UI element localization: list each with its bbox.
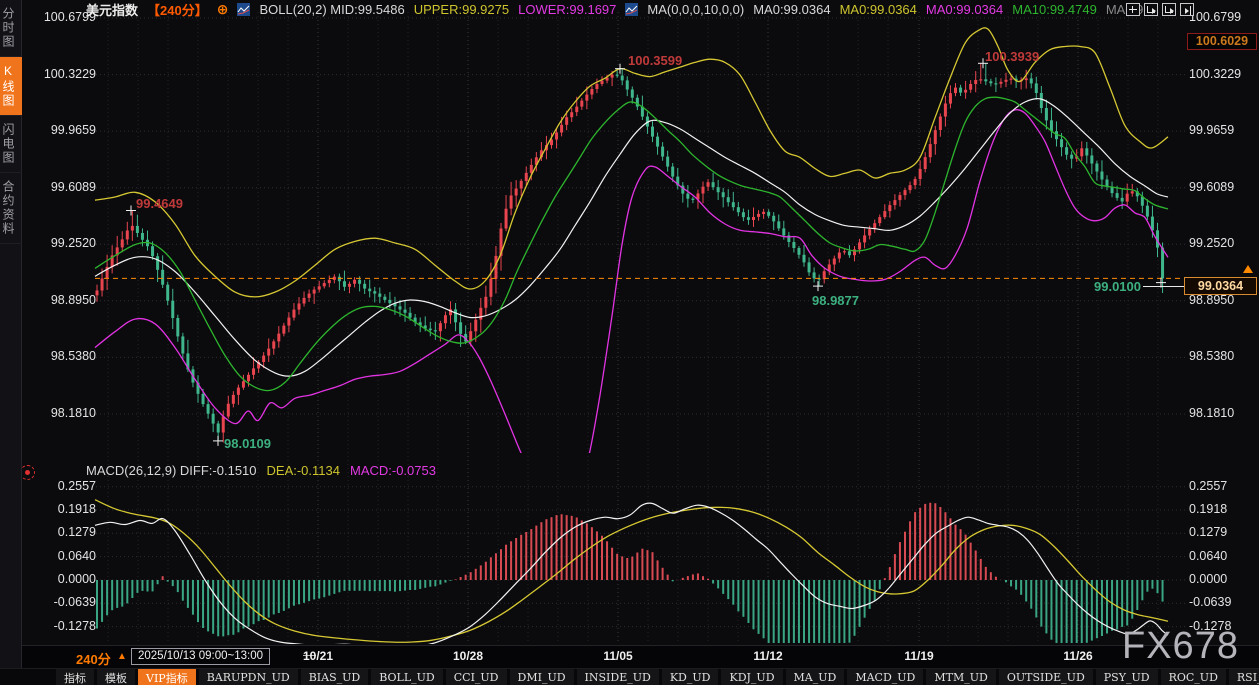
pane-layout-icon-2[interactable]	[1162, 3, 1176, 16]
ma10-value: MA10:99.4749	[1012, 2, 1097, 17]
tab-psy-ud[interactable]: PSY_UD	[1096, 669, 1158, 685]
tab-rsi-ud[interactable]: RSI_UD	[1229, 669, 1259, 685]
price-annotation: 99.4649	[136, 196, 183, 211]
tab-cci-ud[interactable]: CCI_UD	[446, 669, 507, 685]
macd-axis-label: 0.1279	[1189, 525, 1227, 539]
boll-values: BOLL(20,2) MID:99.5486	[259, 2, 404, 17]
period-label: 【240分】	[147, 0, 208, 19]
price-annotation: 98.0109	[224, 436, 271, 451]
price-annotation: 99.0100	[1094, 279, 1141, 294]
pane-layout-icon-3[interactable]	[1180, 3, 1194, 16]
x-axis-label: 10/21	[293, 649, 343, 663]
tab-kdj-ud[interactable]: KDJ_UD	[721, 669, 782, 685]
price-annotation: 100.3599	[628, 53, 682, 68]
indicator-header: 美元指数 【240分】 ⊕ BOLL(20,2) MID:99.5486 UPP…	[86, 1, 1143, 17]
move-pane-icon[interactable]	[1126, 3, 1140, 16]
macd-axis-label: 0.1918	[1189, 502, 1227, 516]
tab-indicator[interactable]: 指标	[56, 669, 94, 685]
price-annotation: 100.3939	[985, 49, 1039, 64]
tab-boll-ud[interactable]: BOLL_UD	[371, 669, 443, 685]
macd-values: MACD(26,12,9) DIFF:-0.1510	[86, 463, 257, 478]
price-axis-label: 98.1810	[51, 406, 96, 420]
right-price-axis: 100.6799 100.3229 99.9659 99.6089 99.2520 98.…	[1189, 0, 1259, 685]
macd-axis-label: 0.2557	[58, 479, 96, 493]
boll-lower-value: LOWER:99.1697	[518, 2, 616, 17]
time-axis-row: 240分 ▲ 2025/10/13 09:00~13:00 — 10/2110/…	[0, 646, 1259, 668]
macd-axis-label: -0.1278	[54, 619, 96, 633]
tab-bias-ud[interactable]: BIAS_UD	[301, 669, 369, 685]
indicator-tab-bar: 指标 模板 VIP指标 BARUPDN_UD BIAS_UD BOLL_UD C…	[0, 668, 1259, 685]
macd-axis-label: 0.0000	[58, 572, 96, 586]
macd-histogram	[97, 503, 1163, 643]
left-price-axis: 100.6799100.322999.965999.608999.252098.…	[24, 0, 98, 685]
trading-chart-window: 100.6799 100.3229 99.9659 99.6089 99.2520 98.…	[0, 0, 1259, 685]
macd-indicator-header: MACD(26,12,9) DIFF:-0.1510 DEA:-0.1134 M…	[86, 462, 436, 478]
price-axis-label: 100.6799	[1189, 10, 1241, 24]
price-axis-label: 98.5380	[51, 349, 96, 363]
macd-axis-label: -0.0639	[1189, 595, 1231, 609]
ma0-value-2: MA0:99.0364	[840, 2, 917, 17]
indicator-chart-icon[interactable]	[237, 3, 250, 16]
price-axis-label: 99.9659	[1189, 123, 1234, 137]
sidebar-item-candlestick-chart[interactable]: K线图	[0, 57, 22, 116]
price-axis-label: 100.3229	[1189, 67, 1241, 81]
price-axis-label: 99.2520	[51, 236, 96, 250]
pane-toolbar	[1126, 3, 1194, 16]
macd-axis-label: 0.1279	[58, 525, 96, 539]
circled-plus-icon[interactable]: ⊕	[217, 3, 229, 16]
macd-alert-icon[interactable]	[20, 465, 35, 480]
x-axis-label: 11/05	[593, 649, 643, 663]
macd-axis-label: 0.0640	[1189, 549, 1227, 563]
boll-upper-value: UPPER:99.9275	[414, 2, 509, 17]
chart-canvas[interactable]	[0, 0, 1259, 685]
price-axis-label: 98.8950	[51, 293, 96, 307]
price-annotation: 98.9877	[812, 293, 859, 308]
macd-axis-label: 0.2557	[1189, 479, 1227, 493]
ma0-value-1: MA0:99.0364	[753, 2, 830, 17]
price-axis-label: 98.5380	[1189, 349, 1234, 363]
macd-axis-label: 0.1918	[58, 502, 96, 516]
tab-inside-ud[interactable]: INSIDE_UD	[577, 669, 659, 685]
x-axis-label: 10/28	[443, 649, 493, 663]
tab-outside-ud[interactable]: OUTSIDE_UD	[999, 669, 1093, 685]
price-axis-label: 99.2520	[1189, 236, 1234, 250]
price-axis-label: 99.6089	[1189, 180, 1234, 194]
session-high-badge: 100.6029	[1187, 33, 1257, 50]
price-axis-label: 99.9659	[51, 123, 96, 137]
macd-macd-value: MACD:-0.0753	[350, 463, 436, 478]
tab-kd-ud[interactable]: KD_UD	[662, 669, 719, 685]
tab-macd-ud[interactable]: MACD_UD	[847, 669, 923, 685]
tab-mtm-ud[interactable]: MTM_UD	[926, 669, 995, 685]
macd-dea-value: DEA:-0.1134	[267, 463, 340, 478]
tab-barupdn-ud[interactable]: BARUPDN_UD	[199, 669, 298, 685]
x-axis-label: 11/19	[894, 649, 944, 663]
price-axis-label: 100.3229	[44, 67, 96, 81]
price-up-arrow-icon	[1243, 265, 1253, 273]
sidebar-item-time-chart[interactable]: 分时图	[0, 0, 22, 57]
fx678-watermark: FX678	[1122, 625, 1239, 668]
sidebar-item-contract-info[interactable]: 合约资料	[0, 173, 22, 244]
macd-axis-label: -0.0639	[54, 595, 96, 609]
price-axis-label: 99.6089	[51, 180, 96, 194]
macd-axis-label: 0.0640	[58, 549, 96, 563]
pane-layout-icon-1[interactable]	[1144, 3, 1158, 16]
tab-dmi-ud[interactable]: DMI_UD	[510, 669, 574, 685]
ma0-value-3: MA0:99.0364	[926, 2, 1003, 17]
macd-axis-label: 0.0000	[1189, 572, 1227, 586]
gridlines	[72, 12, 1186, 643]
sidebar-item-lightning-chart[interactable]: 闪电图	[0, 116, 22, 173]
symbol-title: 美元指数	[86, 0, 138, 19]
sidebar: 分时图 K线图 闪电图 合约资料	[0, 0, 22, 685]
indicator-chart-icon[interactable]	[625, 3, 638, 16]
tab-vip-indicator[interactable]: VIP指标	[138, 669, 196, 685]
price-axis-label: 98.1810	[1189, 406, 1234, 420]
tab-ma-ud[interactable]: MA_UD	[786, 669, 845, 685]
x-axis-label: 11/12	[743, 649, 793, 663]
tab-template[interactable]: 模板	[97, 669, 135, 685]
current-price-badge: 99.0364	[1184, 277, 1257, 295]
x-axis-label: 11/26	[1053, 649, 1103, 663]
x-axis-labels: 10/21 10/28 11/05 11/12 11/19 11/26	[0, 649, 1259, 665]
tab-roc-ud[interactable]: ROC_UD	[1161, 669, 1226, 685]
ma-params: MA(0,0,0,10,0,0)	[647, 2, 744, 17]
